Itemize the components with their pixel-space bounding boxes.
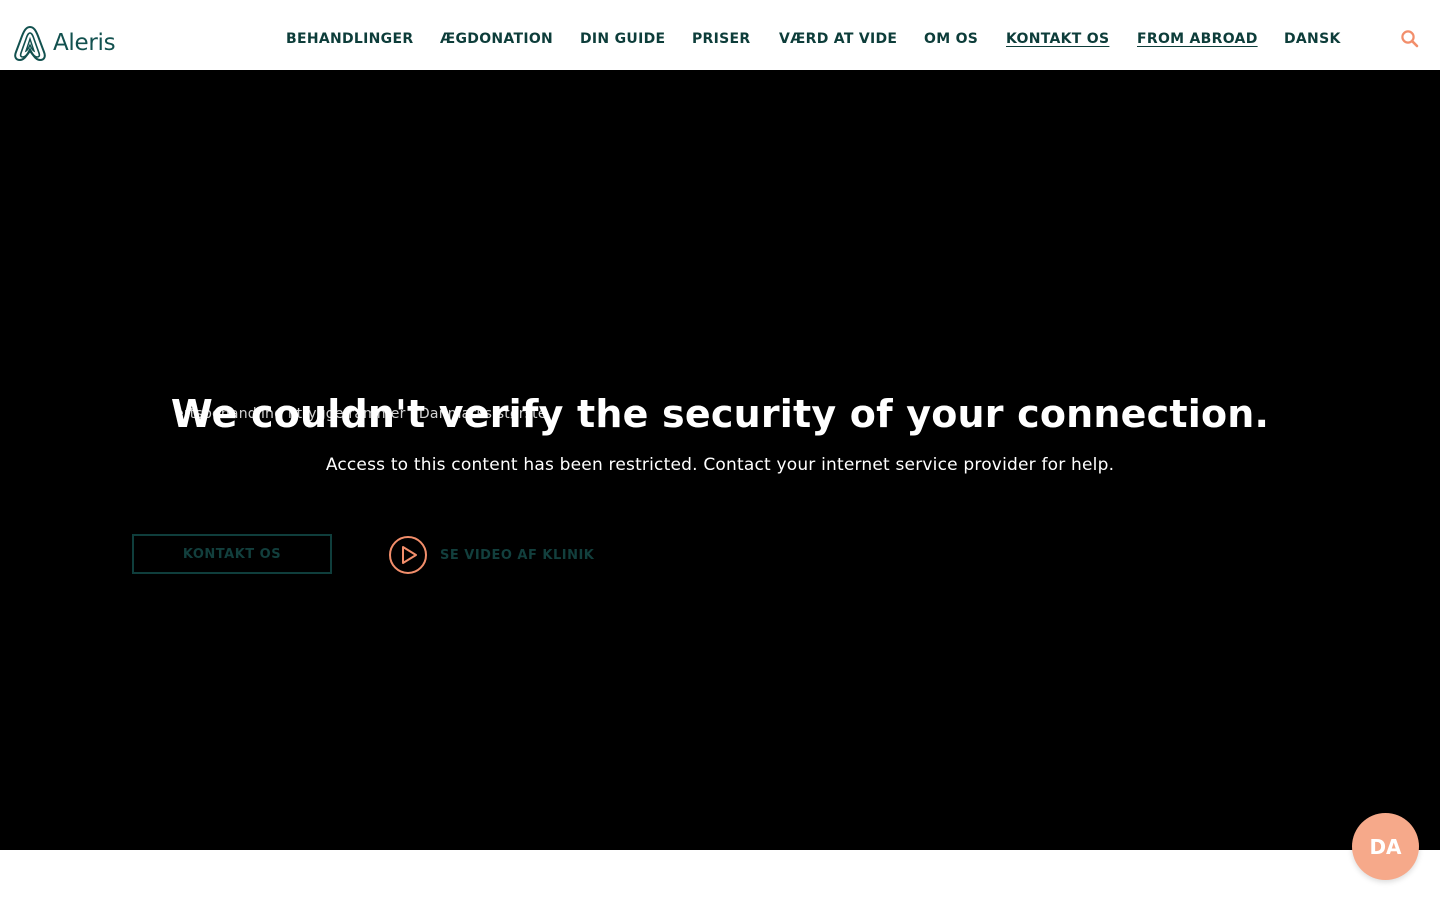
hero-section: ertsbehandling i trygge rammer i Danmark… [0, 70, 1440, 850]
play-circle-icon [389, 536, 427, 574]
security-error-title: We couldn't verify the security of your … [170, 392, 1270, 436]
video-link-label: SE VIDEO AF KLINIK [440, 547, 595, 563]
nav-item-behandlinger[interactable]: BEHANDLINGER [286, 30, 413, 48]
nav-item-aegdonation[interactable]: ÆGDONATION [440, 30, 553, 48]
nav-item-kontakt-os[interactable]: KONTAKT OS [1006, 30, 1109, 48]
language-badge[interactable]: DA [1352, 813, 1419, 880]
nav-item-din-guide[interactable]: DIN GUIDE [580, 30, 665, 48]
nav-item-priser[interactable]: PRISER [692, 30, 750, 48]
security-error-message: Access to this content has been restrict… [325, 455, 1115, 475]
nav-item-vaerd-at-vide[interactable]: VÆRD AT VIDE [779, 30, 897, 48]
nav-item-from-abroad[interactable]: FROM ABROAD [1137, 30, 1258, 48]
nav-item-language-dansk[interactable]: DANSK [1284, 30, 1341, 48]
search-button[interactable] [1399, 28, 1421, 50]
site-header: Aleris BEHANDLINGER ÆGDONATION DIN GUIDE… [0, 0, 1440, 70]
main-nav: BEHANDLINGER ÆGDONATION DIN GUIDE PRISER… [0, 0, 1440, 70]
watch-clinic-video-link[interactable]: SE VIDEO AF KLINIK [388, 535, 594, 575]
contact-button[interactable]: KONTAKT OS [132, 534, 332, 574]
nav-item-om-os[interactable]: OM OS [924, 30, 978, 48]
search-icon [1401, 30, 1419, 48]
page-content-below-hero [0, 850, 1440, 900]
